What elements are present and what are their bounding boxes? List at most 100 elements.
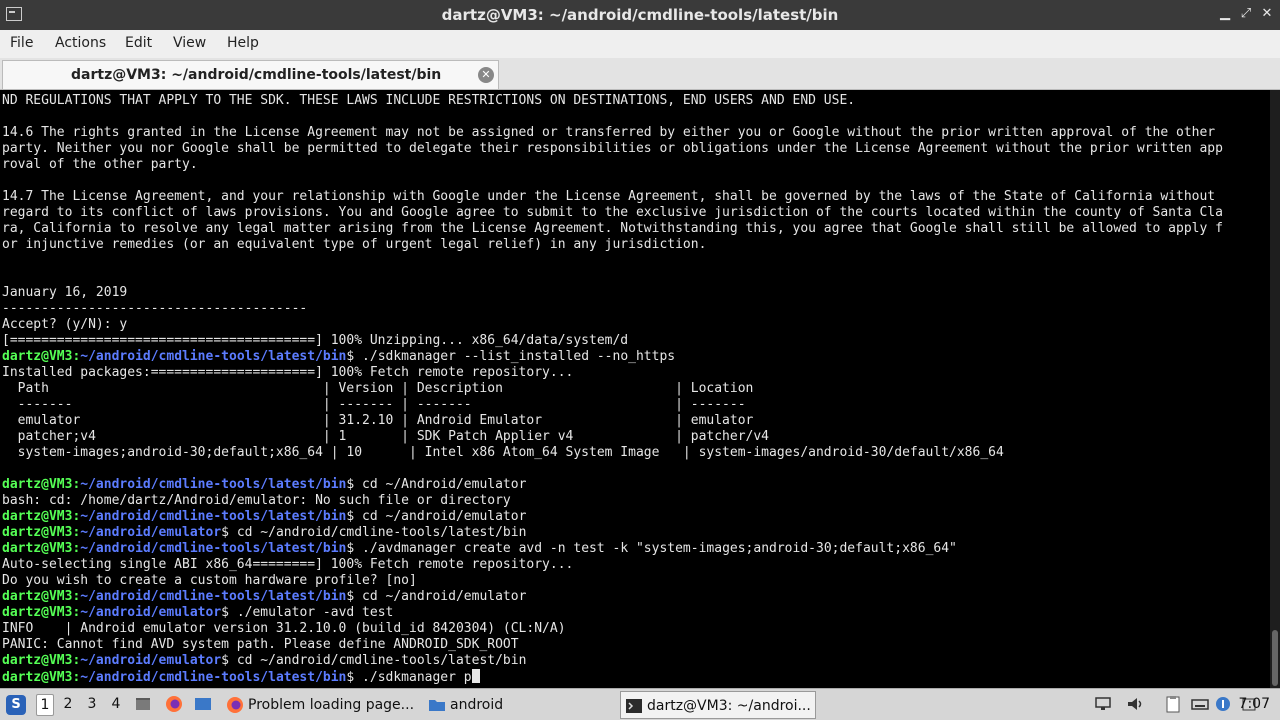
firefox-icon bbox=[227, 697, 243, 713]
menu-file[interactable]: File bbox=[10, 35, 33, 51]
terminal-line: dartz@VM3:~/android/emulator$ ./emulator… bbox=[0, 605, 1270, 621]
terminal-text: $ cd ~/Android/emulator bbox=[346, 477, 527, 492]
terminal-scrollbar[interactable] bbox=[1270, 90, 1280, 688]
terminal-icon bbox=[626, 699, 642, 713]
keyboard-icon[interactable] bbox=[1191, 695, 1209, 713]
close-button[interactable]: ✕ bbox=[1258, 5, 1276, 23]
terminal-cursor bbox=[471, 669, 480, 683]
shell-prompt-path: ~/android/cmdline-tools/latest/bin bbox=[80, 670, 347, 685]
terminal-tab[interactable]: dartz@VM3: ~/android/cmdline-tools/lates… bbox=[2, 60, 499, 89]
workspace-3[interactable]: 3 bbox=[84, 696, 100, 712]
menu-actions[interactable]: Actions bbox=[55, 35, 106, 51]
terminal-text: Path | Version | Description | Location bbox=[2, 381, 754, 396]
terminal-line: --------------------------------------- bbox=[0, 301, 1270, 317]
terminal-line: roval of the other party. bbox=[0, 157, 1270, 173]
terminal-text: $ cd ~/android/emulator bbox=[346, 589, 527, 604]
clipboard-icon[interactable] bbox=[1164, 695, 1182, 713]
terminal-line: [=======================================… bbox=[0, 333, 1270, 349]
menu-help[interactable]: Help bbox=[227, 35, 259, 51]
terminal-text: Auto-selecting single ABI x86_64========… bbox=[2, 557, 574, 572]
task-label: Problem loading page... bbox=[248, 697, 415, 713]
terminal-text: 14.7 The License Agreement, and your rel… bbox=[2, 189, 1216, 204]
terminal-text: Installed packages:=====================… bbox=[2, 365, 574, 380]
terminal-line: patcher;v4 | 1 | SDK Patch Applier v4 | … bbox=[0, 429, 1270, 445]
window-title: dartz@VM3: ~/android/cmdline-tools/lates… bbox=[441, 6, 839, 24]
terminal-text: January 16, 2019 bbox=[2, 285, 128, 300]
shell-prompt-path: ~/android/cmdline-tools/latest/bin bbox=[80, 349, 347, 364]
task-terminal[interactable]: dartz@VM3: ~/androi... bbox=[620, 691, 816, 719]
workspace-4[interactable]: 4 bbox=[108, 696, 124, 712]
terminal-line: or injunctive remedies (or an equivalent… bbox=[0, 237, 1270, 253]
terminal-line: dartz@VM3:~/android/emulator$ cd ~/andro… bbox=[0, 525, 1270, 541]
terminal-line: party. Neither you nor Google shall be p… bbox=[0, 141, 1270, 157]
terminal-line: system-images;android-30;default;x86_64 … bbox=[0, 445, 1270, 461]
terminal-text: ra, California to resolve any legal matt… bbox=[2, 221, 1223, 236]
terminal-text: bash: cd: /home/dartz/Android/emulator: … bbox=[2, 493, 511, 508]
shell-prompt-user: dartz@VM3 bbox=[2, 653, 73, 668]
shell-prompt-path: ~/android/cmdline-tools/latest/bin bbox=[80, 509, 347, 524]
terminal-line: ------- | ------- | ------- | ------- bbox=[0, 397, 1270, 413]
terminal-line: dartz@VM3:~/android/cmdline-tools/latest… bbox=[0, 589, 1270, 605]
clock: 7:07 bbox=[1238, 696, 1270, 712]
terminal-text: Accept? (y/N): y bbox=[2, 317, 128, 332]
workspace-1[interactable]: 1 bbox=[36, 694, 54, 716]
shell-prompt-path: ~/android/cmdline-tools/latest/bin bbox=[80, 589, 347, 604]
workspace-2[interactable]: 2 bbox=[60, 696, 76, 712]
shell-prompt-user: dartz@VM3 bbox=[2, 670, 73, 685]
terminal-line: Accept? (y/N): y bbox=[0, 317, 1270, 333]
shell-prompt-path: ~/android/emulator bbox=[80, 605, 222, 620]
terminal-line: dartz@VM3:~/android/emulator$ cd ~/andro… bbox=[0, 653, 1270, 669]
terminal-text: PANIC: Cannot find AVD system path. Plea… bbox=[2, 637, 519, 652]
terminal-text: INFO | Android emulator version 31.2.10.… bbox=[2, 621, 566, 636]
terminal-text: party. Neither you nor Google shall be p… bbox=[2, 141, 1223, 156]
menu-view[interactable]: View bbox=[173, 35, 206, 51]
terminal-line: bash: cd: /home/dartz/Android/emulator: … bbox=[0, 493, 1270, 509]
terminal-text: $ ./sdkmanager p bbox=[346, 670, 472, 685]
menu-edit[interactable]: Edit bbox=[125, 35, 152, 51]
terminal-line: January 16, 2019 bbox=[0, 285, 1270, 301]
update-notifier-icon[interactable] bbox=[1214, 695, 1232, 713]
terminal-line: 14.7 The License Agreement, and your rel… bbox=[0, 189, 1270, 205]
maximize-button[interactable]: ⤢ bbox=[1237, 5, 1255, 23]
terminal-line: regard to its conflict of laws provision… bbox=[0, 205, 1270, 221]
shell-prompt-path: ~/android/cmdline-tools/latest/bin bbox=[80, 477, 347, 492]
shell-prompt-path: ~/android/emulator bbox=[80, 653, 222, 668]
volume-icon[interactable] bbox=[1126, 695, 1144, 713]
shell-prompt-user: dartz@VM3 bbox=[2, 477, 73, 492]
show-desktop-icon[interactable] bbox=[134, 695, 152, 713]
shell-prompt-user: dartz@VM3 bbox=[2, 541, 73, 556]
start-menu-icon[interactable]: S bbox=[6, 695, 26, 715]
terminal-text: patcher;v4 | 1 | SDK Patch Applier v4 | … bbox=[2, 429, 770, 444]
shell-prompt-user: dartz@VM3 bbox=[2, 589, 73, 604]
firefox-launcher-icon[interactable] bbox=[165, 695, 183, 713]
tab-label: dartz@VM3: ~/android/cmdline-tools/lates… bbox=[71, 67, 442, 83]
shell-prompt-user: dartz@VM3 bbox=[2, 605, 73, 620]
terminal-line: dartz@VM3:~/android/cmdline-tools/latest… bbox=[0, 509, 1270, 525]
network-icon[interactable] bbox=[1094, 695, 1112, 713]
terminal-text: Do you wish to create a custom hardware … bbox=[2, 573, 417, 588]
terminal-line: Installed packages:=====================… bbox=[0, 365, 1270, 381]
terminal-text: roval of the other party. bbox=[2, 157, 198, 172]
scrollbar-thumb[interactable] bbox=[1272, 630, 1278, 686]
task-firefox[interactable]: Problem loading page... bbox=[222, 691, 418, 719]
terminal-line: 14.6 The rights granted in the License A… bbox=[0, 125, 1270, 141]
shell-prompt-path: ~/android/cmdline-tools/latest/bin bbox=[80, 541, 347, 556]
taskbar: S 1 2 3 4 Problem loading page... androi… bbox=[0, 688, 1280, 720]
terminal-text: or injunctive remedies (or an equivalent… bbox=[2, 237, 707, 252]
terminal-text: $ ./avdmanager create avd -n test -k "sy… bbox=[346, 541, 957, 556]
terminal-text: $ cd ~/android/cmdline-tools/latest/bin bbox=[221, 525, 527, 540]
file-manager-launcher-icon[interactable] bbox=[194, 695, 212, 713]
task-file-manager[interactable]: android bbox=[424, 691, 614, 719]
terminal-text: system-images;android-30;default;x86_64 … bbox=[2, 445, 1004, 460]
terminal-text: [=======================================… bbox=[2, 333, 629, 348]
terminal-line: dartz@VM3:~/android/cmdline-tools/latest… bbox=[0, 541, 1270, 557]
terminal-output[interactable]: ND REGULATIONS THAT APPLY TO THE SDK. TH… bbox=[0, 90, 1270, 688]
tab-close-icon[interactable]: ✕ bbox=[478, 67, 494, 83]
terminal-text: 14.6 The rights granted in the License A… bbox=[2, 125, 1216, 140]
minimize-button[interactable]: ▁ bbox=[1216, 5, 1234, 23]
shell-prompt-user: dartz@VM3 bbox=[2, 509, 73, 524]
